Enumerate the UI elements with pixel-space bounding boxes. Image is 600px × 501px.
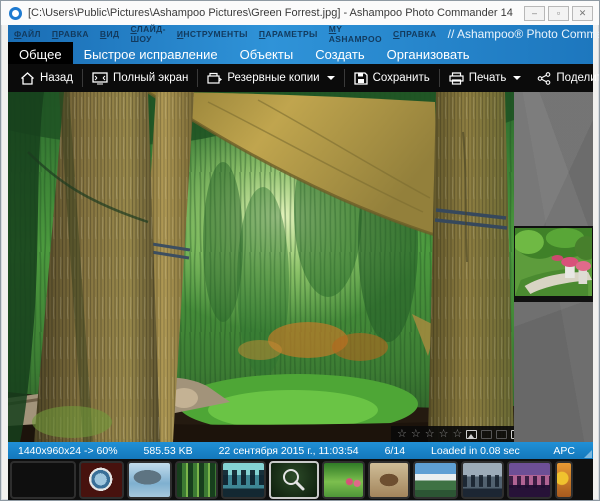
filmstrip [8, 459, 593, 501]
toolbar-separator [82, 69, 83, 87]
minimize-button[interactable]: – [524, 6, 545, 21]
preview-sidebar [514, 92, 593, 442]
tab-general[interactable]: Общее [8, 42, 73, 64]
printer-icon [449, 72, 464, 85]
thumbnail-city-harbor[interactable] [221, 461, 266, 499]
backup-icon [207, 72, 222, 85]
toolbar-separator [439, 69, 440, 87]
rating-star-icon[interactable]: ☆ [425, 429, 435, 440]
menu-tools[interactable]: ИНСТРУМЕНТЫ [177, 29, 248, 39]
chevron-down-icon [327, 76, 335, 80]
thumbnail-porthole-ocean[interactable] [79, 461, 124, 499]
rating-star-icon[interactable]: ☆ [397, 429, 407, 440]
status-index: 6/14 [385, 445, 405, 457]
photo-viewer[interactable]: ☆ ☆ ☆ ☆ ☆ [8, 92, 514, 442]
back-button[interactable]: Назад [12, 64, 81, 92]
garden-path-thumbnail-image [515, 228, 592, 296]
thumbnail-current-selected[interactable] [269, 461, 319, 499]
tab-create[interactable]: Создать [304, 42, 375, 64]
thumbnail-bamboo-forest[interactable] [175, 461, 218, 499]
save-icon [354, 72, 368, 85]
menu-slideshow[interactable]: СЛАЙД-ШОУ [130, 24, 165, 44]
edit-icon[interactable] [511, 430, 514, 439]
status-mode: APC [553, 445, 575, 457]
print-button[interactable]: Печать [441, 64, 530, 92]
tab-quick-fix[interactable]: Быстрое исправление [73, 42, 229, 64]
thumbnail-sunflower-sunset[interactable] [555, 461, 573, 499]
resize-grip[interactable] [584, 450, 592, 458]
menu-help[interactable]: СПРАВКА [393, 29, 437, 39]
titlebar: [C:\Users\Public\Pictures\Ashampoo Pictu… [1, 1, 599, 25]
save-button[interactable]: Сохранить [346, 64, 438, 92]
app-logo-icon [9, 7, 22, 20]
next-image-thumbnail[interactable] [514, 226, 593, 302]
app-window: [C:\Users\Public\Pictures\Ashampoo Pictu… [0, 0, 600, 501]
toolbar-separator [344, 69, 345, 87]
thumbnail-city-dusk[interactable] [461, 461, 504, 499]
menubar: ФАЙЛ ПРАВКА ВИД СЛАЙД-ШОУ ИНСТРУМЕНТЫ ПА… [8, 25, 593, 42]
thumbnail-goat-on-sand[interactable] [368, 461, 410, 499]
menu-edit[interactable]: ПРАВКА [52, 29, 89, 39]
share-icon [537, 72, 551, 85]
main-content: ☆ ☆ ☆ ☆ ☆ [8, 92, 593, 442]
thumbnail-dolphin[interactable] [127, 461, 172, 499]
viewer-overlay-bar: ☆ ☆ ☆ ☆ ☆ [391, 426, 514, 442]
close-button[interactable]: ✕ [572, 6, 593, 21]
app-branding: // Ashampoo® Photo Commander 14 [448, 27, 600, 41]
ribbon-header: ФАЙЛ ПРАВКА ВИД СЛАЙД-ШОУ ИНСТРУМЕНТЫ ПА… [8, 25, 593, 64]
status-datetime: 22 сентября 2015 г., 11:03:54 [219, 445, 359, 457]
thumbnail-purple-skyline[interactable] [507, 461, 552, 499]
rotate-right-icon[interactable] [496, 430, 507, 439]
rating-star-icon[interactable]: ☆ [411, 429, 421, 440]
status-resolution: 1440x960x24 -> 60% [18, 445, 118, 457]
maximize-button[interactable]: ▫ [548, 6, 569, 21]
thumbnail-garden-path[interactable] [322, 461, 365, 499]
menu-file[interactable]: ФАЙЛ [14, 29, 41, 39]
window-controls: – ▫ ✕ [524, 6, 593, 21]
home-icon [20, 72, 35, 85]
magnifier-icon [271, 463, 317, 497]
rating-star-icon[interactable]: ☆ [439, 429, 449, 440]
thumbnail-night-harbor[interactable] [10, 461, 76, 499]
toolbar: Назад Полный экран Резервные копии Сохра… [8, 64, 593, 92]
statusbar: 1440x960x24 -> 60% 585.53 KB 22 сентября… [8, 442, 593, 459]
toolbar-separator [197, 69, 198, 87]
fullscreen-button[interactable]: Полный экран [84, 64, 196, 92]
rotate-left-icon[interactable] [481, 430, 492, 439]
menu-my-ashampoo[interactable]: MY ASHAMPOO [329, 24, 382, 44]
thumbnail-mountain-lake[interactable] [413, 461, 458, 499]
rating-star-icon[interactable]: ☆ [453, 429, 463, 440]
backup-copies-button[interactable]: Резервные копии [199, 64, 342, 92]
chevron-down-icon [513, 76, 521, 80]
green-forrest-image [8, 92, 514, 442]
tab-organize[interactable]: Организовать [376, 42, 481, 64]
status-filesize: 585.53 KB [144, 445, 193, 457]
window-title: [C:\Users\Public\Pictures\Ashampoo Pictu… [28, 7, 518, 19]
tab-objects[interactable]: Объекты [229, 42, 305, 64]
menu-view[interactable]: ВИД [100, 29, 120, 39]
picture-icon[interactable] [466, 430, 477, 439]
menu-options[interactable]: ПАРАМЕТРЫ [259, 29, 318, 39]
tabbar: Общее Быстрое исправление Объекты Создат… [8, 42, 593, 64]
fullscreen-icon [92, 72, 108, 85]
status-loaded: Loaded in 0.08 sec [431, 445, 520, 457]
share-button[interactable]: Поделиться [529, 64, 600, 92]
